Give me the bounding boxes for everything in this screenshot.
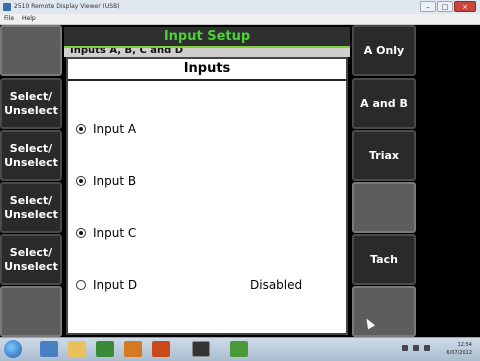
softkey-label: Select/ Unselect bbox=[4, 193, 58, 221]
right-softkey-a-only[interactable]: A Only bbox=[352, 25, 416, 76]
taskbar: 12:54 6/07/2012 bbox=[0, 337, 480, 361]
panel-title: Inputs bbox=[68, 59, 346, 81]
input-row-b[interactable]: Input B bbox=[76, 174, 342, 188]
input-c-label: Input C bbox=[93, 226, 137, 240]
right-softkey-6[interactable] bbox=[352, 286, 416, 337]
input-row-c[interactable]: Input C bbox=[76, 226, 342, 240]
menu-help[interactable]: Help bbox=[22, 14, 36, 24]
menu-file[interactable]: File bbox=[4, 14, 14, 24]
header-subtitle-strip: Inputs A, B, C and D bbox=[64, 48, 350, 57]
screen-header: Input Setup bbox=[64, 27, 350, 48]
folder-icon[interactable] bbox=[68, 341, 86, 357]
radio-input-d[interactable] bbox=[76, 280, 86, 290]
softkey-label: Triax bbox=[368, 148, 399, 162]
system-tray bbox=[402, 345, 430, 351]
left-softkey-1[interactable] bbox=[0, 25, 62, 76]
softkey-label: Select/ Unselect bbox=[4, 89, 58, 117]
softkey-label: Select/ Unselect bbox=[4, 245, 58, 273]
softkey-label: Select/ Unselect bbox=[4, 141, 58, 169]
window-controls: – □ × bbox=[420, 1, 476, 13]
clock-time: 12:54 bbox=[457, 342, 472, 348]
left-softkey-select-d[interactable]: Select/ Unselect bbox=[0, 234, 62, 285]
input-d-status: Disabled bbox=[250, 278, 303, 292]
header-subtitle: Inputs A, B, C and D bbox=[70, 48, 184, 56]
close-button[interactable]: × bbox=[454, 1, 476, 12]
media-icon[interactable] bbox=[96, 341, 114, 357]
app-icon-orange[interactable] bbox=[152, 341, 170, 357]
softkey-label: A Only bbox=[363, 43, 405, 57]
menu-bar: File Help bbox=[0, 14, 480, 25]
minimize-button[interactable]: – bbox=[420, 1, 436, 12]
radio-selected-dot bbox=[79, 231, 83, 235]
softkey-label: Tach bbox=[370, 252, 398, 266]
input-row-d[interactable]: Input D Disabled bbox=[76, 278, 342, 292]
ie-icon[interactable] bbox=[40, 341, 58, 357]
clock-date: 6/07/2012 bbox=[446, 350, 472, 356]
softkey-label: A and B bbox=[360, 96, 408, 110]
radio-input-c[interactable] bbox=[76, 228, 86, 238]
input-d-label: Input D bbox=[93, 278, 138, 292]
tray-flag-icon[interactable] bbox=[402, 345, 408, 351]
title-bar: 2510 Remote Display Viewer (USB) – □ × bbox=[0, 0, 480, 15]
start-button-icon[interactable] bbox=[4, 340, 22, 358]
app-icon-green[interactable] bbox=[230, 341, 248, 357]
right-softkey-a-and-b[interactable]: A and B bbox=[352, 78, 416, 129]
right-softkey-triax[interactable]: Triax bbox=[352, 130, 416, 181]
input-a-label: Input A bbox=[93, 122, 137, 136]
tray-volume-icon[interactable] bbox=[424, 345, 430, 351]
radio-input-b[interactable] bbox=[76, 176, 86, 186]
viewer-taskbar-icon[interactable] bbox=[192, 341, 210, 357]
player-icon[interactable] bbox=[124, 341, 142, 357]
left-softkey-6[interactable] bbox=[0, 286, 62, 337]
instrument-display: Select/ Unselect Select/ Unselect Select… bbox=[0, 25, 480, 337]
input-row-a[interactable]: Input A bbox=[76, 122, 342, 136]
radio-selected-dot bbox=[79, 179, 83, 183]
radio-selected-dot bbox=[79, 127, 83, 131]
maximize-button[interactable]: □ bbox=[437, 1, 453, 12]
app-icon bbox=[3, 3, 11, 11]
input-b-label: Input B bbox=[93, 174, 137, 188]
radio-input-a[interactable] bbox=[76, 124, 86, 134]
right-softkey-4[interactable] bbox=[352, 182, 416, 233]
tray-network-icon[interactable] bbox=[413, 345, 419, 351]
left-softkey-select-b[interactable]: Select/ Unselect bbox=[0, 130, 62, 181]
left-softkey-select-c[interactable]: Select/ Unselect bbox=[0, 182, 62, 233]
left-softkey-select-a[interactable]: Select/ Unselect bbox=[0, 78, 62, 129]
inputs-panel: Inputs Input A Input B Input C Input D D… bbox=[66, 57, 348, 335]
screen-title: Input Setup bbox=[163, 29, 251, 44]
window-title: 2510 Remote Display Viewer (USB) bbox=[14, 3, 120, 10]
right-softkey-tach[interactable]: Tach bbox=[352, 234, 416, 285]
clock[interactable]: 12:54 6/07/2012 bbox=[446, 341, 472, 357]
